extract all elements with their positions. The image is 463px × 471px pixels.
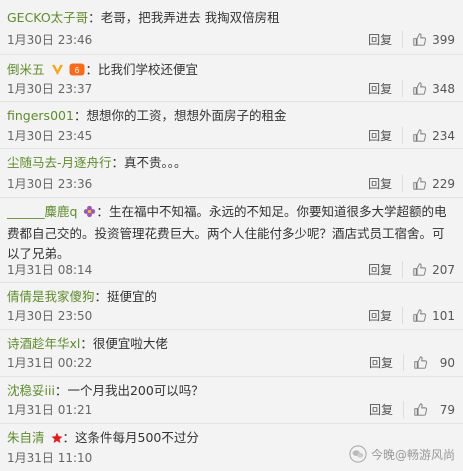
thumbs-up-icon bbox=[413, 82, 427, 95]
like-count: 229 bbox=[432, 176, 455, 191]
username-link[interactable]: fingers001 bbox=[7, 108, 74, 123]
like-count: 101 bbox=[432, 308, 455, 323]
comment-body: 尘随马去-月逐舟行：真不贵。。。 bbox=[7, 153, 455, 173]
wechat-logo-icon bbox=[349, 445, 367, 463]
comment-actions: 回复 90 bbox=[369, 354, 455, 371]
thumbs-up-icon bbox=[413, 129, 427, 142]
separator: ： bbox=[62, 430, 76, 445]
username-link[interactable]: 沈稳妥iii bbox=[7, 383, 55, 398]
comment-text: 这条件每月500不过分 bbox=[75, 430, 199, 445]
separator: ： bbox=[85, 62, 98, 77]
reply-button[interactable]: 回复 bbox=[368, 175, 404, 192]
like-count: 79 bbox=[439, 402, 455, 417]
like-count: 90 bbox=[439, 355, 455, 370]
thumbs-up-icon bbox=[413, 33, 427, 46]
comment-time: 1月31日 00:22 bbox=[7, 356, 93, 370]
separator: ： bbox=[73, 108, 87, 123]
comment-body: ______麋鹿q ：生在福中不知福。永远的不知足。你要知道很多大学超额的电费都… bbox=[7, 202, 455, 264]
like-button[interactable]: 348 bbox=[413, 82, 455, 96]
username-link[interactable]: 倒米五 bbox=[7, 62, 45, 77]
like-count: 399 bbox=[432, 32, 455, 47]
comment-actions: 回复 234 bbox=[368, 127, 455, 144]
comment-time: 1月30日 23:45 bbox=[7, 129, 93, 143]
like-count: 234 bbox=[432, 128, 455, 143]
thumbs-up-icon bbox=[413, 177, 427, 190]
like-button[interactable]: 399 bbox=[413, 33, 455, 47]
thumbs-up-icon bbox=[413, 309, 427, 322]
like-button[interactable]: 90 bbox=[414, 356, 455, 370]
separator: ： bbox=[96, 204, 109, 219]
watermark-text: 今晚@畅游风尚 bbox=[370, 447, 455, 462]
username-link[interactable]: GECKO太子哥 bbox=[7, 10, 88, 25]
comment-time: 1月31日 08:14 bbox=[7, 263, 93, 277]
reply-button[interactable]: 回复 bbox=[369, 401, 404, 418]
like-button[interactable]: 207 bbox=[413, 263, 455, 277]
svg-text:6: 6 bbox=[75, 66, 80, 75]
comment-time: 1月30日 23:36 bbox=[7, 177, 93, 191]
vip-v-icon bbox=[51, 62, 64, 82]
comment-body: fingers001：想想你的工资，想想外面房子的租金 bbox=[7, 106, 455, 126]
comment-time: 1月30日 23:50 bbox=[7, 309, 93, 323]
reply-button[interactable]: 回复 bbox=[368, 127, 404, 144]
comment-actions: 回复 207 bbox=[368, 261, 455, 278]
like-button[interactable]: 79 bbox=[414, 403, 455, 417]
comment-body: 倒米五 6 ：比我们学校还便宜 bbox=[7, 60, 455, 82]
comment-text: 比我们学校还便宜 bbox=[98, 62, 199, 77]
comment-item: ______麋鹿q ：生在福中不知福。永远的不知足。你要知道很多大学超额的电费都… bbox=[0, 198, 463, 283]
comment-actions: 回复 229 bbox=[368, 175, 455, 192]
like-count: 348 bbox=[432, 81, 455, 96]
reply-button[interactable]: 回复 bbox=[369, 354, 404, 371]
comment-item: 诗酒趁年华xl：很便宜啦大佬 1月31日 00:22 回复 90 bbox=[0, 330, 463, 377]
like-count: 207 bbox=[432, 262, 455, 277]
comment-body: 倩倩是我家傻狗：挺便宜的 bbox=[7, 287, 455, 307]
comment-text: 老哥，把我弄进去 我掏双倍房租 bbox=[100, 10, 280, 25]
username-link[interactable]: 倩倩是我家傻狗 bbox=[7, 289, 95, 304]
comment-text: 挺便宜的 bbox=[107, 289, 158, 304]
comment-item: 倒米五 6 ：比我们学校还便宜 1月30日 23:37 回复 348 bbox=[0, 55, 463, 102]
comment-item: GECKO太子哥：老哥，把我弄进去 我掏双倍房租 1月30日 23:46 回复 … bbox=[0, 0, 463, 55]
comment-actions: 回复 79 bbox=[369, 401, 455, 418]
reply-button[interactable]: 回复 bbox=[368, 261, 404, 278]
comment-actions: 回复 101 bbox=[368, 307, 455, 324]
flower-icon bbox=[83, 204, 96, 224]
reply-button[interactable]: 回复 bbox=[368, 307, 404, 324]
like-button[interactable]: 229 bbox=[413, 177, 455, 191]
username-link[interactable]: ______麋鹿q bbox=[7, 204, 77, 219]
comment-item: fingers001：想想你的工资，想想外面房子的租金 1月30日 23:45 … bbox=[0, 102, 463, 149]
comment-time: 1月30日 23:37 bbox=[7, 82, 93, 96]
separator: ： bbox=[94, 289, 108, 304]
thumbs-up-icon bbox=[413, 263, 427, 276]
like-button[interactable]: 234 bbox=[413, 129, 455, 143]
separator: ： bbox=[111, 155, 125, 170]
comment-body: GECKO太子哥：老哥，把我弄进去 我掏双倍房租 bbox=[7, 8, 455, 28]
comment-item: 倩倩是我家傻狗：挺便宜的 1月30日 23:50 回复 101 bbox=[0, 283, 463, 330]
comment-actions: 回复 399 bbox=[368, 31, 455, 48]
separator: ： bbox=[54, 383, 68, 398]
thumbs-up-icon bbox=[414, 403, 427, 416]
comment-time: 1月31日 01:21 bbox=[7, 403, 93, 417]
thumbs-up-icon bbox=[414, 356, 427, 369]
comment-text: 很便宜啦大佬 bbox=[92, 336, 168, 351]
comment-actions: 回复 348 bbox=[368, 80, 455, 97]
comment-text: 一个月我出200可以吗？ bbox=[67, 383, 204, 398]
red-star-icon bbox=[51, 430, 63, 450]
watermark: 今晚@畅游风尚 bbox=[349, 445, 455, 463]
comment-text: 想想你的工资，想想外面房子的租金 bbox=[86, 108, 287, 123]
username-link[interactable]: 诗酒趁年华xl bbox=[7, 336, 80, 351]
separator: ： bbox=[88, 10, 101, 25]
vip-level-icon: 6 bbox=[69, 62, 85, 82]
comment-text: 真不贵。。。 bbox=[124, 155, 187, 170]
reply-button[interactable]: 回复 bbox=[368, 31, 404, 48]
comment-item: 尘随马去-月逐舟行：真不贵。。。 1月30日 23:36 回复 229 bbox=[0, 149, 463, 198]
separator: ： bbox=[80, 336, 93, 351]
comment-time: 1月31日 11:10 bbox=[7, 451, 93, 465]
comment-time: 1月30日 23:46 bbox=[7, 33, 93, 47]
username-link[interactable]: 尘随马去-月逐舟行 bbox=[7, 155, 112, 170]
reply-button[interactable]: 回复 bbox=[368, 80, 404, 97]
like-button[interactable]: 101 bbox=[413, 309, 455, 323]
comment-body: 诗酒趁年华xl：很便宜啦大佬 bbox=[7, 334, 455, 354]
username-link[interactable]: 朱自清 bbox=[7, 430, 45, 445]
comment-item: 沈稳妥iii：一个月我出200可以吗？ 1月31日 01:21 回复 79 bbox=[0, 377, 463, 424]
comment-body: 沈稳妥iii：一个月我出200可以吗？ bbox=[7, 381, 455, 401]
